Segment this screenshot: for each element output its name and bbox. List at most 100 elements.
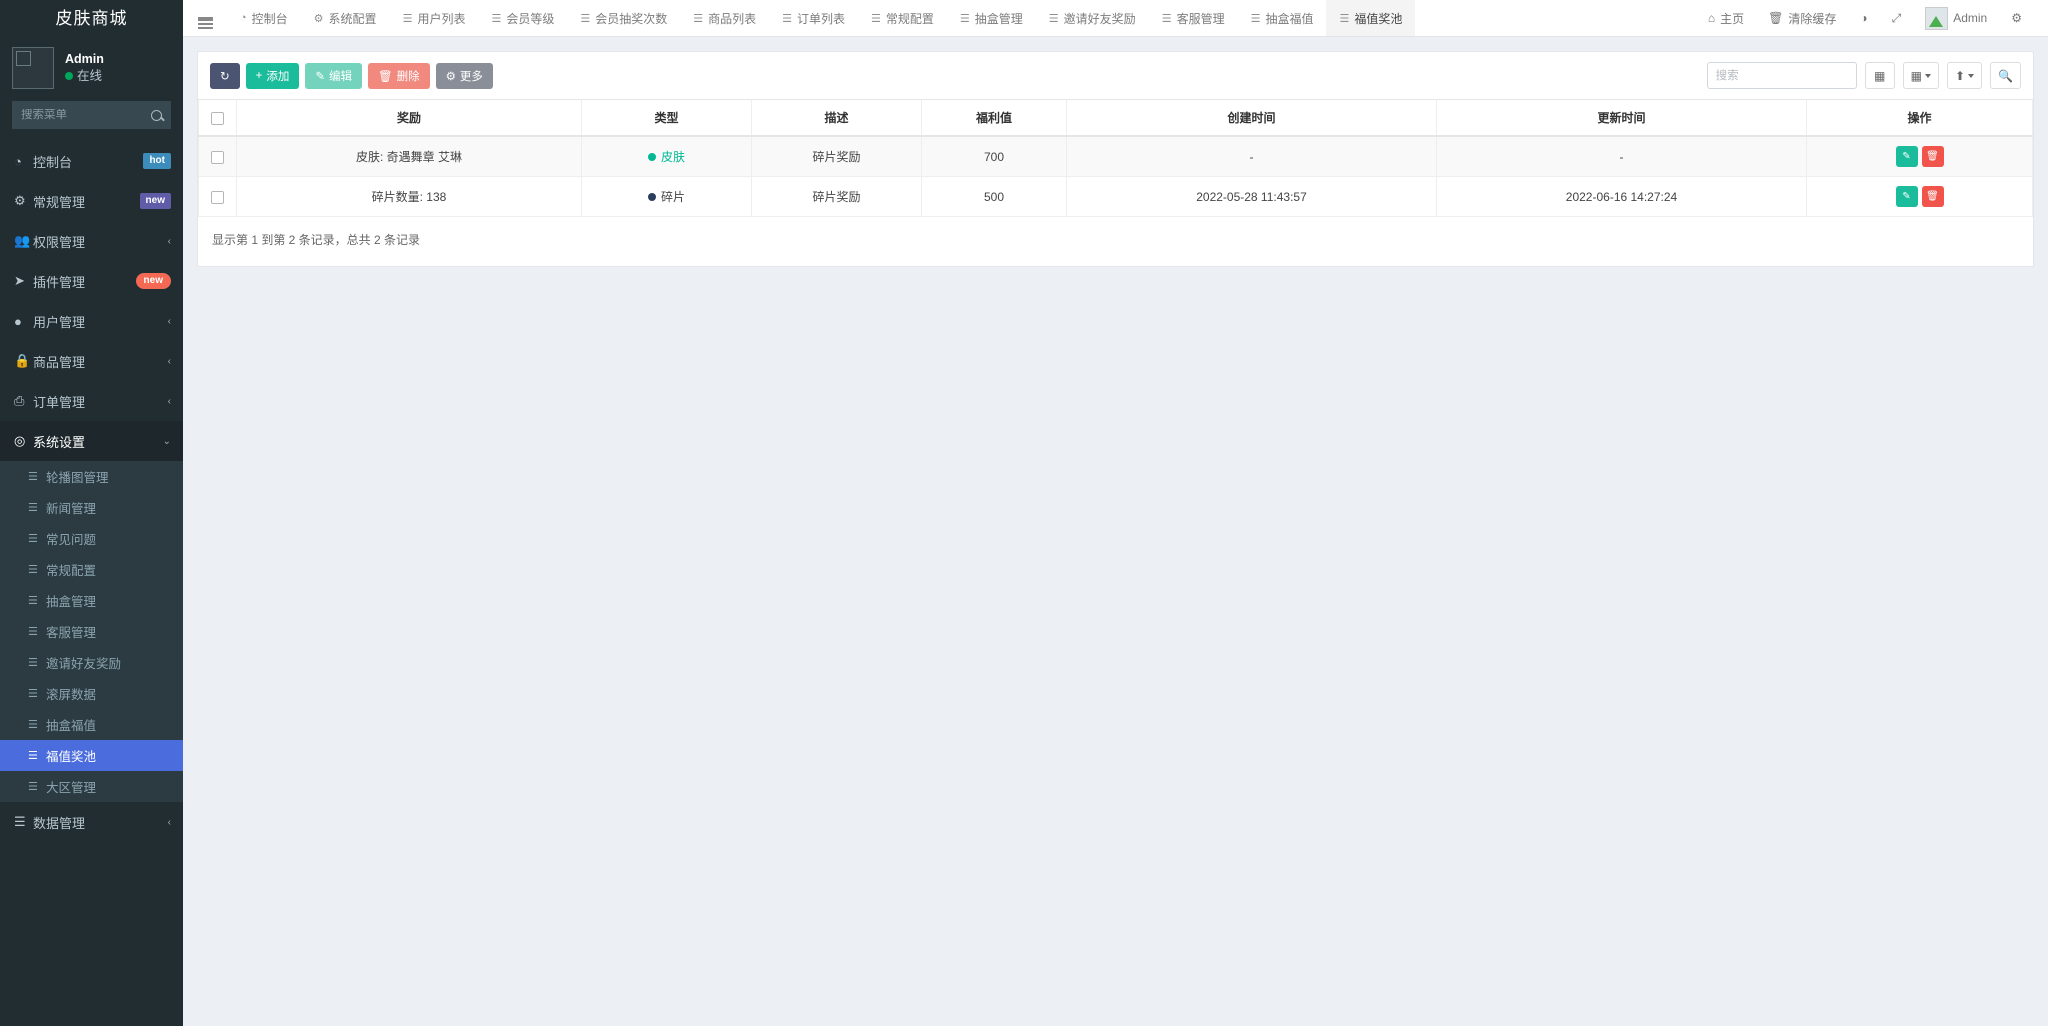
- tab-9[interactable]: ☰ 邀请好友奖励: [1036, 0, 1149, 36]
- row-checkbox[interactable]: [211, 150, 224, 164]
- search-input[interactable]: [1706, 62, 1857, 89]
- delete-button[interactable]: 🗑 删除: [368, 62, 430, 89]
- row-edit-button[interactable]: ✎: [1895, 146, 1918, 167]
- sidebar-subitem-5[interactable]: ☰ 客服管理: [0, 616, 183, 647]
- tab-label: 会员抽奖次数: [595, 11, 668, 26]
- sidebar-item-4[interactable]: ● 用户管理 ‹: [0, 301, 183, 341]
- sidebar-subitem-label: 轮播图管理: [46, 471, 109, 485]
- tab-6[interactable]: ☰ 订单列表: [769, 0, 858, 36]
- header-action-label: 清除缓存: [1788, 11, 1837, 26]
- fullscreen-icon: ⤢: [1891, 10, 1902, 25]
- chevron-icon: ‹: [167, 355, 171, 367]
- grid-icon[interactable]: ▦: [1902, 62, 1939, 89]
- table-toolbar: ↻ + 添加 ✎ 编辑 🗑 删除 ⚙ 更多 搜索 ▦ ▦ ⬆ 🔍: [198, 52, 2033, 99]
- row-checkbox[interactable]: [211, 190, 224, 204]
- sidebar-subitem-10[interactable]: ☰ 大区管理: [0, 771, 183, 802]
- gear-icon: ⚙: [313, 12, 324, 25]
- sidebar-subitem-7[interactable]: ☰ 滚屏数据: [0, 678, 183, 709]
- list-icon: ☰: [1339, 12, 1350, 25]
- column-header-4: 福利值: [921, 99, 1067, 137]
- sidebar-item-6[interactable]: ⎙ 订单管理 ‹: [0, 381, 183, 421]
- top-header: ◔ 控制台 ⚙ 系统配置 ☰ 用户列表 ☰ 会员等级 ☰ 会员抽奖次数 ☰ 商品列表 ☰ 订单列表 ☰ 常规配…: [183, 0, 2048, 37]
- gear-icon: ⚙: [445, 70, 456, 83]
- tab-3[interactable]: ☰ 会员等级: [478, 0, 567, 36]
- menu-search[interactable]: [12, 101, 171, 129]
- row-delete-button[interactable]: 🗑: [1921, 146, 1944, 167]
- tab-label: 系统配置: [328, 11, 377, 26]
- sidebar-subitem-4[interactable]: ☰ 抽盒管理: [0, 585, 183, 616]
- sidebar-item-3[interactable]: ➤ 插件管理 new: [0, 261, 183, 301]
- tab-0[interactable]: ◔ 控制台: [227, 0, 301, 36]
- sidebar-subitem-2[interactable]: ☰ 常见问题: [0, 523, 183, 554]
- sidebar-subitem-3[interactable]: ☰ 常规配置: [0, 554, 183, 585]
- row-edit-button[interactable]: ✎: [1895, 186, 1918, 207]
- list-icon: ☰: [28, 657, 38, 669]
- more-button[interactable]: ⚙ 更多: [435, 62, 493, 89]
- sidebar-tail-item-0[interactable]: ☰ 数据管理 ‹: [0, 802, 183, 842]
- trash-icon: 🗑: [1926, 151, 1939, 162]
- user-name: Admin: [65, 52, 104, 67]
- chevron-icon: ‹: [167, 816, 171, 828]
- sidebar-subitem-8[interactable]: ☰ 抽盒福值: [0, 709, 183, 740]
- list-icon: ☰: [1250, 12, 1261, 25]
- account-menu[interactable]: Admin: [1913, 0, 1999, 36]
- header-action-2[interactable]: ◑: [1848, 0, 1879, 36]
- sidebar-subitem-label: 常见问题: [46, 533, 97, 547]
- sidebar-item-5[interactable]: 🔒 商品管理 ‹: [0, 341, 183, 381]
- reward-cell: 皮肤: 奇遇舞章 艾琳: [236, 136, 582, 177]
- header-action-3[interactable]: ⤢: [1880, 0, 1914, 36]
- sidebar-subitem-0[interactable]: ☰ 轮播图管理: [0, 461, 183, 492]
- tab-11[interactable]: ☰ 抽盒福值: [1238, 0, 1327, 36]
- header-action-1[interactable]: 🗑 清除缓存: [1756, 0, 1848, 36]
- cogs-icon: ⚙: [2011, 11, 2022, 25]
- sidebar-subitem-6[interactable]: ☰ 邀请好友奖励: [0, 647, 183, 678]
- tab-12[interactable]: ☰ 福值奖池: [1326, 0, 1416, 36]
- edit-button[interactable]: ✎ 编辑: [305, 62, 362, 89]
- list-icon: ☰: [28, 533, 38, 545]
- table-row[interactable]: 皮肤: 奇遇舞章 艾琳 皮肤 碎片奖励 700- - ✎ 🗑: [198, 136, 2033, 177]
- sidebar-subitem-9[interactable]: ☰ 福值奖池: [0, 740, 183, 771]
- sidebar-item-1[interactable]: ⚙ 常规管理 new: [0, 181, 183, 221]
- row-select-cell: [198, 136, 237, 177]
- tab-label: 邀请好友奖励: [1063, 11, 1136, 26]
- welfare-cell: 700: [921, 136, 1067, 177]
- rewards-table: 奖励 类型 描述 福利值 创建时间 更新时间 操作 皮肤: 奇遇舞章 艾琳 皮肤 碎片奖励 700…: [198, 99, 2033, 217]
- columns-icon[interactable]: ▦: [1864, 62, 1895, 89]
- tab-label: 常规配置: [885, 11, 934, 26]
- search-icon[interactable]: [151, 109, 162, 121]
- sidebar-item-0[interactable]: ◔ 控制台 hot: [0, 141, 183, 181]
- sidebar-item-7[interactable]: ◎ 系统设置 ⌄: [0, 421, 183, 461]
- sidebar-item-2[interactable]: 👥 权限管理 ‹: [0, 221, 183, 261]
- refresh-button[interactable]: ↻: [210, 62, 240, 89]
- menu-search-input[interactable]: [21, 109, 151, 121]
- table-row[interactable]: 碎片数量: 138 碎片 碎片奖励 500 2022-05-28 11:43:57 202…: [198, 176, 2033, 217]
- tab-7[interactable]: ☰ 常规配置: [858, 0, 947, 36]
- table-head: 奖励 类型 描述 福利值 创建时间 更新时间 操作: [198, 99, 2033, 137]
- select-all-checkbox[interactable]: [211, 111, 224, 125]
- hamburger-icon[interactable]: [183, 0, 227, 36]
- avatar: [1925, 6, 1949, 30]
- tab-5[interactable]: ☰ 商品列表: [680, 0, 769, 36]
- content-panel: ↻ + 添加 ✎ 编辑 🗑 删除 ⚙ 更多 搜索 ▦ ▦ ⬆ 🔍 奖励 类型 描…: [197, 51, 2034, 267]
- search-icon[interactable]: 🔍: [1990, 62, 2021, 89]
- header-action-0[interactable]: ⌂ 主页: [1696, 0, 1756, 36]
- add-button-label: 添加: [266, 70, 290, 83]
- sidebar-subitem-1[interactable]: ☰ 新闻管理: [0, 492, 183, 523]
- users-icon: 👥: [14, 233, 31, 248]
- export-icon[interactable]: ⬆: [1946, 62, 1983, 89]
- record-count-label: 显示第 1 到第 2 条记录，总共 2 条记录: [212, 233, 421, 247]
- tab-8[interactable]: ☰ 抽盒管理: [947, 0, 1036, 36]
- theme-icon: ◑: [1860, 11, 1868, 25]
- settings-button[interactable]: ⚙: [1999, 0, 2034, 36]
- avatar: [12, 47, 54, 89]
- add-button[interactable]: + 添加: [245, 62, 300, 89]
- list-icon: ☰: [782, 12, 792, 25]
- tab-2[interactable]: ☰ 用户列表: [390, 0, 479, 36]
- gear-circle-icon: ◎: [14, 433, 26, 448]
- tab-label: 客服管理: [1176, 11, 1225, 26]
- tab-4[interactable]: ☰ 会员抽奖次数: [567, 0, 680, 36]
- sidebar: 皮肤商城 Admin 在线 ◔ 控制台 hot ⚙ 常规管理 new 👥权限管理 ‹ ➤ 插件管理…: [0, 0, 183, 1026]
- row-delete-button[interactable]: 🗑: [1921, 186, 1944, 207]
- tab-1[interactable]: ⚙ 系统配置: [301, 0, 390, 36]
- tab-10[interactable]: ☰ 客服管理: [1149, 0, 1238, 36]
